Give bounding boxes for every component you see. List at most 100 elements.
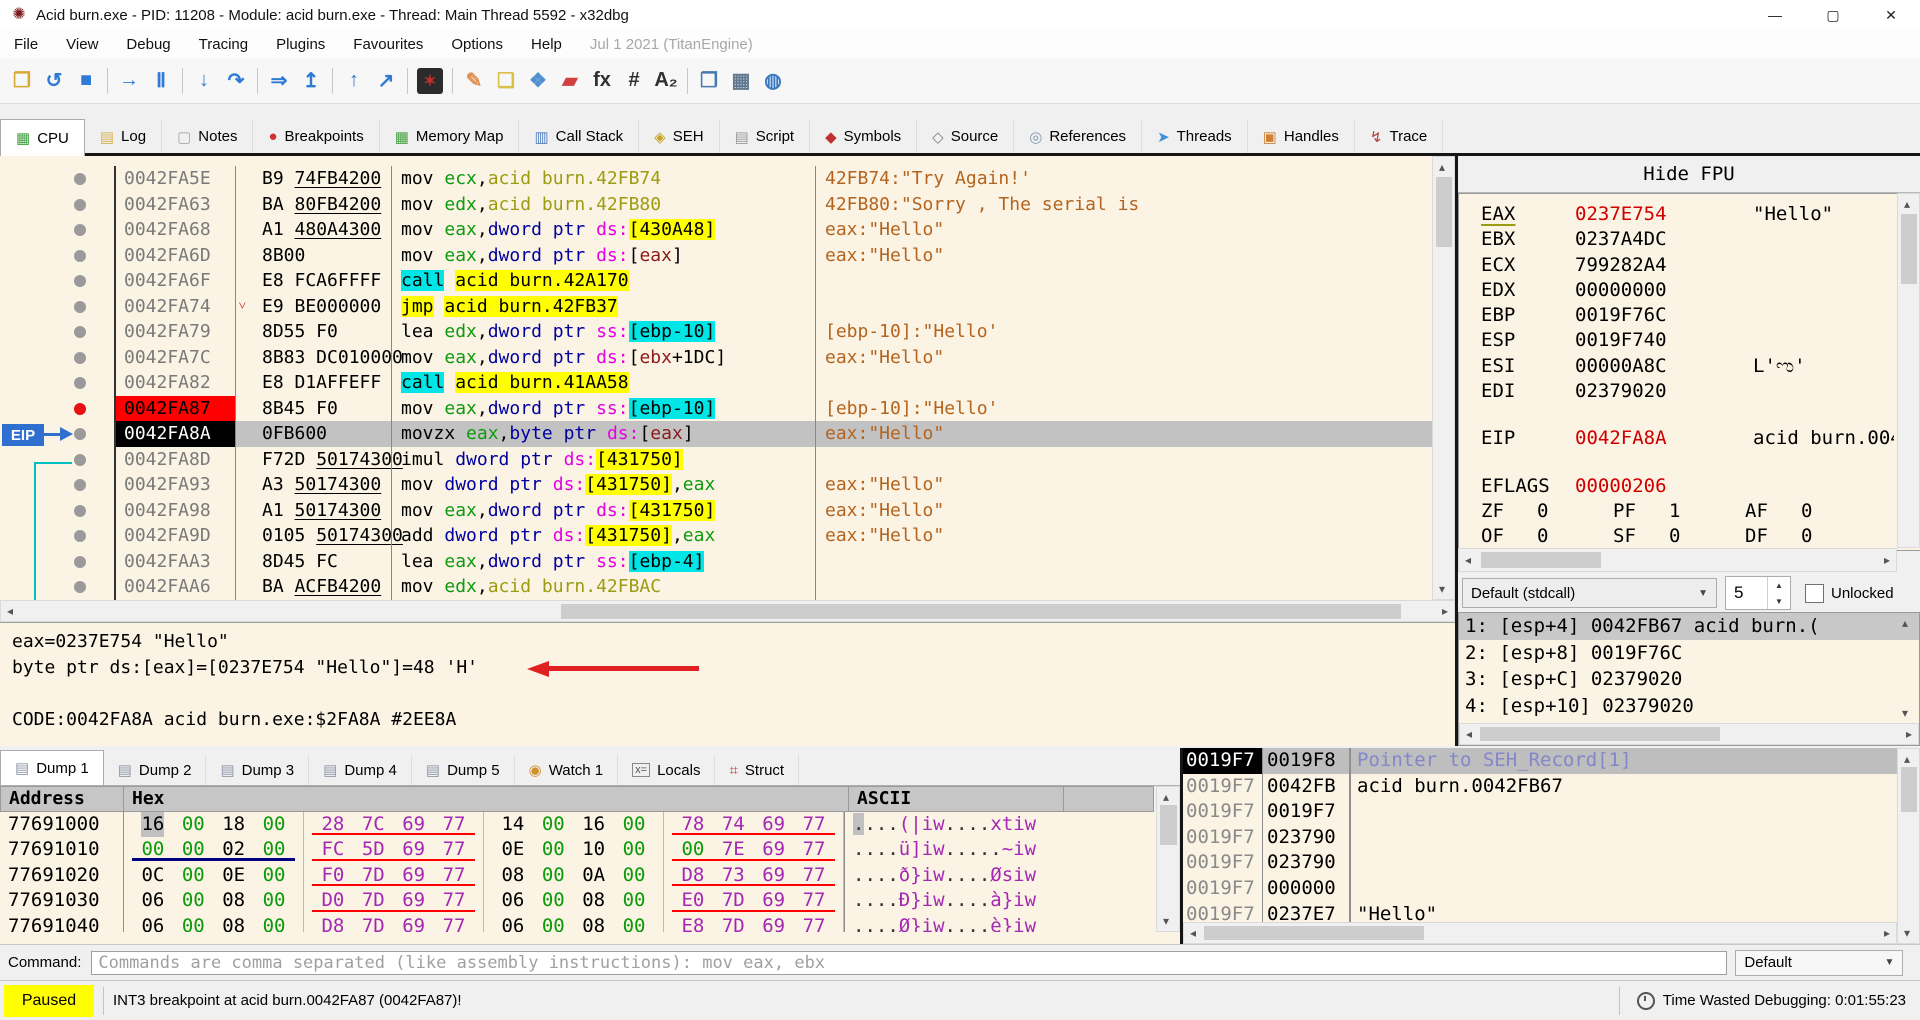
scroll-right-icon[interactable]: ▸	[1442, 605, 1448, 617]
disasm-row[interactable]: 0042FA93A3 50174300mov dword ptr ds:[431…	[0, 472, 1432, 498]
spinner-up-icon[interactable]: ▲	[1768, 577, 1790, 593]
function-analysis-button[interactable]: fx	[586, 65, 618, 97]
tab-trace[interactable]: ↯Trace	[1355, 120, 1443, 153]
tab-script[interactable]: ▤Script	[720, 120, 811, 153]
scroll-up-icon[interactable]: ▴	[1439, 161, 1445, 173]
scrollbar-thumb[interactable]	[1481, 552, 1601, 568]
register-row[interactable]: ESP0019F740	[1481, 328, 1894, 353]
run-to-user-code-button[interactable]: ↗	[370, 65, 402, 97]
breakpoint-gutter[interactable]: ˅	[0, 294, 114, 320]
tab-symbols[interactable]: ◆Symbols	[810, 120, 917, 153]
gutter-dot-icon[interactable]	[74, 326, 86, 338]
tab-log[interactable]: ▤Log	[85, 120, 162, 153]
menu-view[interactable]: View	[52, 36, 112, 53]
stack-horizontal-scrollbar[interactable]: ◂ ▸	[1183, 922, 1897, 944]
calling-convention-select[interactable]: Default (stdcall) ▼	[1462, 578, 1717, 608]
pause-button[interactable]: Ⅱ	[145, 65, 177, 97]
disasm-row[interactable]: 0042FA798D55 F0lea edx,dword ptr ss:[ebp…	[0, 319, 1432, 345]
gutter-dot-icon[interactable]	[74, 275, 86, 287]
close-debuggee-button[interactable]: ■	[70, 65, 102, 97]
hide-fpu-button[interactable]: Hide FPU	[1458, 156, 1920, 193]
gutter-dot-icon[interactable]	[74, 454, 86, 466]
gutter-dot-icon[interactable]	[74, 224, 86, 236]
tab-struct[interactable]: ⌗Struct	[715, 755, 799, 785]
scrollbar-thumb[interactable]	[1160, 805, 1177, 845]
tab-call-stack[interactable]: ▥Call Stack	[519, 120, 639, 153]
disassembly-vertical-scrollbar[interactable]: ▴ ▾	[1432, 156, 1455, 600]
windows-button[interactable]: ❒	[693, 65, 725, 97]
run-button[interactable]: →	[113, 65, 145, 97]
breakpoint-gutter[interactable]	[0, 396, 114, 422]
tab-seh[interactable]: ◈SEH	[639, 120, 719, 153]
maximize-button[interactable]: ▢	[1804, 0, 1862, 30]
stack-row[interactable]: 0019F7023790	[1183, 825, 1920, 851]
step-over-button[interactable]: ↷	[220, 65, 252, 97]
scrollbar-thumb[interactable]	[1901, 214, 1917, 284]
disasm-row[interactable]: 0042FA878B45 F0mov eax,dword ptr ss:[ebp…	[0, 396, 1432, 422]
disasm-row[interactable]: 0042FA63BA 80FB4200mov edx,acid burn.42F…	[0, 192, 1432, 218]
register-row[interactable]: EDI02379020	[1481, 379, 1894, 404]
animate-into-button[interactable]: ⇒	[263, 65, 295, 97]
flags-row[interactable]: ZF0PF1AF0	[1481, 499, 1894, 524]
breakpoint-gutter[interactable]	[0, 268, 114, 294]
disasm-row[interactable]: 0042FA68A1 480A4300mov eax,dword ptr ds:…	[0, 217, 1432, 243]
disasm-row[interactable]: 0042FA6FE8 FCA6FFFFcall acid burn.42A170	[0, 268, 1432, 294]
tab-breakpoints[interactable]: ●Breakpoints	[253, 120, 379, 153]
tab-dump-1[interactable]: ▤Dump 1	[0, 750, 104, 785]
dump-vertical-scrollbar[interactable]: ▴ ▾	[1156, 786, 1180, 932]
flags-row[interactable]: OF0SF0DF0	[1481, 524, 1894, 549]
breakpoint-gutter[interactable]	[0, 345, 114, 371]
scroll-left-icon[interactable]: ◂	[1466, 728, 1472, 740]
menu-help[interactable]: Help	[517, 36, 576, 53]
argument-row[interactable]: 2: [esp+8] 0019F76C	[1459, 640, 1919, 667]
disassembly-panel[interactable]: 0042FA5EB9 74FB4200mov ecx,acid burn.42F…	[0, 156, 1455, 600]
settings-globe-button[interactable]: ◍	[757, 65, 789, 97]
gutter-dot-icon[interactable]	[74, 250, 86, 262]
breakpoint-dot-icon[interactable]	[74, 403, 86, 415]
scroll-right-icon[interactable]: ▸	[1884, 554, 1890, 566]
argument-row[interactable]: 3: [esp+C] 02379020	[1459, 666, 1919, 693]
tab-locals[interactable]: x=Locals	[618, 755, 715, 785]
breakpoint-gutter[interactable]	[0, 217, 114, 243]
argument-row[interactable]: 1: [esp+4] 0042FB67 acid burn.(	[1459, 613, 1919, 640]
menu-debug[interactable]: Debug	[112, 36, 184, 53]
argument-row[interactable]: 4: [esp+10] 02379020	[1459, 693, 1919, 720]
gutter-dot-icon[interactable]	[74, 301, 86, 313]
execute-till-return-button[interactable]: ↥	[295, 65, 327, 97]
disasm-row[interactable]: 0042FA82E8 D1AFFEFFcall acid burn.41AA58	[0, 370, 1432, 396]
dump-row[interactable]: 7769104006000800D87D697706000800E87D6977…	[0, 914, 1180, 932]
step-into-button[interactable]: ↓	[188, 65, 220, 97]
scroll-right-icon[interactable]: ▸	[1884, 927, 1890, 939]
scroll-left-icon[interactable]: ◂	[1190, 927, 1196, 939]
command-mode-select[interactable]: Default ▼	[1735, 950, 1903, 976]
hash-button[interactable]: #	[618, 65, 650, 97]
tab-source[interactable]: ◇Source	[917, 120, 1014, 153]
breakpoint-gutter[interactable]	[0, 447, 114, 473]
register-row[interactable]: EIP0042FA8Aacid burn.0042FA8A	[1481, 426, 1894, 451]
breakpoint-gutter[interactable]	[0, 243, 114, 269]
scrollbar-thumb[interactable]	[1480, 727, 1720, 741]
stack-row[interactable]: 0019F70042FBacid burn.0042FB67	[1183, 774, 1920, 800]
tab-watch-1[interactable]: ◉Watch 1	[515, 755, 619, 785]
stack-panel[interactable]: 0019F70019F8Pointer to SEH_Record[1]0019…	[1180, 748, 1920, 944]
scroll-up-icon[interactable]: ▴	[1904, 198, 1910, 210]
gutter-dot-icon[interactable]	[74, 505, 86, 517]
breakpoint-gutter[interactable]	[0, 549, 114, 575]
scroll-up-icon[interactable]: ▴	[1904, 753, 1910, 765]
breakpoint-gutter[interactable]	[0, 472, 114, 498]
scroll-down-icon[interactable]: ▾	[1904, 927, 1910, 939]
gutter-dot-icon[interactable]	[74, 377, 86, 389]
register-row[interactable]: EAX0237E754"Hello"	[1481, 202, 1894, 227]
stack-vertical-scrollbar[interactable]: ▴ ▾	[1897, 748, 1920, 944]
disasm-row[interactable]: 0042FA6D8B00mov eax,dword ptr ds:[eax]ea…	[0, 243, 1432, 269]
argument-depth-stepper[interactable]: 5 ▲ ▼	[1725, 576, 1791, 610]
tab-threads[interactable]: ➤Threads	[1142, 120, 1248, 153]
minimize-button[interactable]: —	[1746, 0, 1804, 30]
gutter-dot-icon[interactable]	[74, 479, 86, 491]
scroll-left-icon[interactable]: ◂	[1465, 554, 1471, 566]
scroll-up-icon[interactable]: ▴	[1163, 791, 1169, 803]
scroll-down-icon[interactable]: ▾	[1439, 583, 1445, 595]
breakpoint-gutter[interactable]	[0, 166, 114, 192]
restart-button[interactable]: ↺	[38, 65, 70, 97]
breakpoint-gutter[interactable]	[0, 192, 114, 218]
